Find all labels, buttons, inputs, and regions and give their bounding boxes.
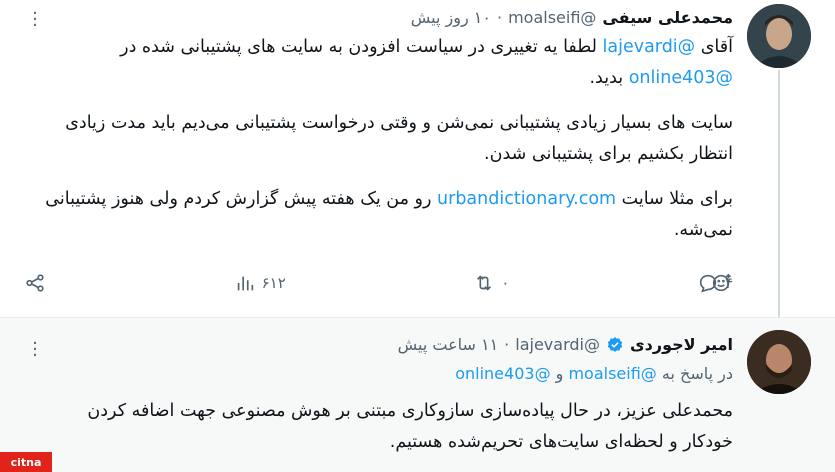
text: لطفا یه تغییری در سیاست افزودن به سایت ه…	[120, 37, 603, 57]
tweet-header: امیر لاجوردی @lajevardi · ۱۱ ساعت پیش	[60, 335, 733, 354]
timestamp[interactable]: ۱۱ ساعت پیش	[398, 335, 499, 354]
author-handle[interactable]: @moalseifi	[508, 8, 596, 27]
views-count: ۶۱۲	[261, 274, 286, 292]
mention-lajevardi[interactable]: @lajevardi	[603, 37, 696, 57]
tweet-header: محمدعلی سیفی @moalseifi · ۱۰ روز پیش	[60, 8, 733, 27]
paragraph-2: سایت های بسیار زیادی پشتیبانی نمی‌شن و و…	[65, 113, 733, 164]
dot-separator: ·	[504, 335, 510, 354]
action-bar: ۴ ۰ ۶۱۲	[24, 268, 733, 298]
tweet-original[interactable]: محمدعلی سیفی @moalseifi · ۱۰ روز پیش · · ·…	[0, 0, 835, 318]
mention-moalseifi[interactable]: @moalseifi	[568, 364, 656, 383]
dot-separator: ·	[496, 8, 503, 27]
retweet-count: ۰	[501, 274, 510, 292]
timestamp[interactable]: ۱۰ روز پیش	[411, 8, 491, 27]
replying-to: در پاسخ به @moalseifi و @online403	[40, 363, 733, 385]
replying-prefix: در پاسخ به	[656, 364, 733, 383]
retweet-button[interactable]: ۰	[473, 272, 509, 294]
avatar-moalseifi[interactable]	[747, 4, 811, 68]
tweet-reply[interactable]: امیر لاجوردی @lajevardi · ۱۱ ساعت پیش · ·…	[0, 318, 835, 472]
paragraph-1: محمدعلی عزیز، در حال پیاده‌سازی سازوکاری…	[87, 401, 733, 452]
citna-logo: citna	[0, 452, 52, 472]
text: آقای	[695, 37, 733, 57]
retweet-icon	[477, 275, 492, 291]
more-options-icon[interactable]: · · ·	[28, 335, 42, 365]
views-icon	[237, 276, 253, 291]
more-options-icon[interactable]: · · ·	[28, 5, 42, 35]
views-button[interactable]: ۶۱۲	[234, 272, 286, 294]
author-handle[interactable]: @lajevardi	[515, 335, 600, 354]
author-name[interactable]: امیر لاجوردی	[630, 335, 733, 354]
tweet-body: آقای @lajevardi لطفا یه تغییری در سیاست …	[40, 32, 733, 260]
link-urbandictionary[interactable]: urbandictionary.com	[437, 189, 616, 209]
mention-online403[interactable]: @online403	[455, 364, 550, 383]
share-icon	[26, 274, 44, 292]
text: بدید.	[589, 68, 629, 88]
mention-online403[interactable]: @online403	[629, 68, 733, 88]
add-reaction-button[interactable]	[711, 272, 733, 294]
paragraph-3: برای مثلا سایت urbandictionary.com رو من…	[40, 184, 733, 246]
text: و	[550, 364, 569, 383]
paragraph-1: آقای @lajevardi لطفا یه تغییری در سیاست …	[40, 32, 733, 94]
author-name[interactable]: محمدعلی سیفی	[602, 8, 733, 27]
tweet-thread: محمدعلی سیفی @moalseifi · ۱۰ روز پیش · · ·…	[0, 0, 835, 472]
verified-badge-icon	[607, 336, 623, 352]
share-button[interactable]	[24, 272, 46, 294]
text: برای مثلا سایت	[616, 189, 733, 209]
tweet-body: محمدعلی عزیز، در حال پیاده‌سازی سازوکاری…	[40, 396, 733, 472]
add-emoji-icon	[712, 273, 731, 292]
thread-line	[778, 70, 780, 318]
logo-text: citna	[10, 455, 42, 469]
avatar-lajevardi[interactable]	[747, 330, 811, 394]
